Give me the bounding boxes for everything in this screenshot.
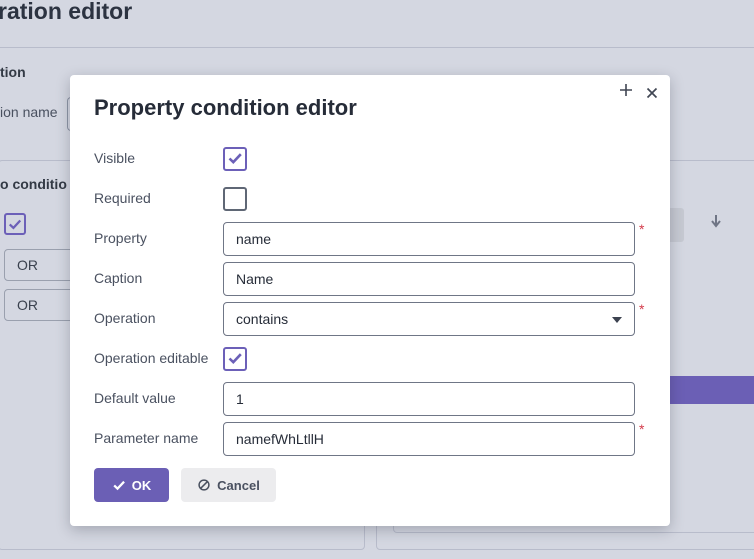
visible-checkbox[interactable] [223, 147, 247, 171]
background-section-label: tion [0, 64, 26, 80]
required-marker: * [639, 301, 645, 317]
operation-row: Operation contains * [94, 301, 654, 336]
maximize-icon[interactable] [619, 81, 633, 103]
check-icon [113, 480, 125, 491]
check-icon [228, 353, 242, 365]
operation-editable-checkbox[interactable] [223, 347, 247, 371]
operation-editable-label: Operation editable [94, 350, 209, 366]
background-name-label: ion name [0, 104, 58, 120]
close-icon[interactable] [646, 82, 658, 104]
operation-select-value: contains [236, 311, 289, 327]
caption-label: Caption [94, 270, 143, 286]
background-or-select: OR [4, 249, 74, 281]
background-group-label: o conditio [0, 176, 67, 192]
cancel-button-label: Cancel [217, 477, 260, 493]
background-checkbox [4, 213, 26, 235]
arrow-down-icon [710, 214, 722, 233]
background-selected-row [660, 376, 754, 404]
visible-row: Visible [94, 142, 654, 176]
background-divider [0, 47, 754, 48]
visible-label: Visible [94, 150, 135, 166]
parameter-name-row: Parameter name namefWhLtllH * [94, 421, 654, 456]
operation-select[interactable]: contains [223, 302, 635, 336]
required-checkbox[interactable] [223, 187, 247, 211]
parameter-name-input[interactable]: namefWhLtllH [223, 422, 635, 456]
property-row: Property name * [94, 221, 654, 256]
check-icon [228, 153, 242, 165]
default-value-input[interactable]: 1 [223, 382, 635, 416]
cancel-button[interactable]: Cancel [181, 468, 276, 502]
default-value-row: Default value 1 [94, 382, 654, 416]
ok-button-label: OK [131, 477, 152, 493]
dialog-title: Property condition editor [94, 95, 357, 120]
required-marker: * [639, 221, 645, 237]
operation-label: Operation [94, 310, 156, 326]
operation-editable-row: Operation editable [94, 342, 654, 376]
required-marker: * [639, 421, 645, 437]
property-condition-editor-dialog: Property condition editor Visible Requir… [70, 75, 670, 526]
property-label: Property [94, 230, 147, 246]
cancel-icon [198, 479, 210, 491]
caption-row: Caption Name [94, 262, 654, 296]
parameter-name-label: Parameter name [94, 430, 199, 446]
chevron-down-icon[interactable] [612, 317, 622, 323]
background-or-select: OR [4, 289, 74, 321]
background-page-title: ration editor [0, 0, 133, 24]
property-input[interactable]: name [223, 222, 635, 256]
default-value-label: Default value [94, 390, 176, 406]
required-row: Required [94, 182, 654, 216]
ok-button[interactable]: OK [94, 468, 169, 502]
check-icon [8, 219, 22, 230]
caption-input[interactable]: Name [223, 262, 635, 296]
required-label: Required [94, 190, 151, 206]
